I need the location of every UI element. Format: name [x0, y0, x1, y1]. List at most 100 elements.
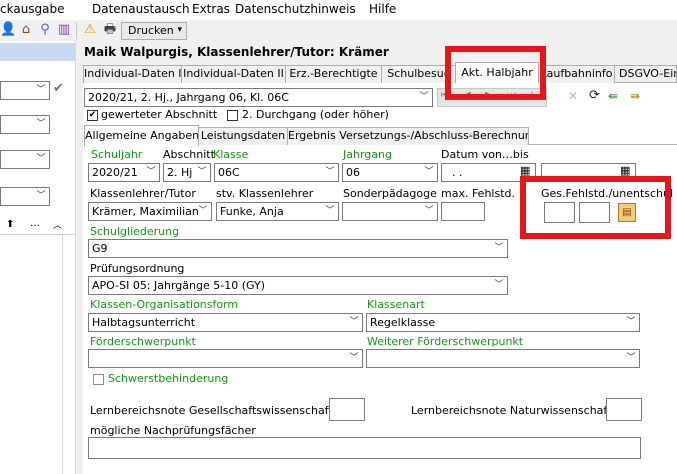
- schuljahr-combo[interactable]: 2020/21 ﹀: [88, 163, 160, 182]
- klassenart-label: Klassenart: [367, 298, 425, 311]
- chevron-down-icon: ▾: [177, 25, 182, 35]
- sonderpaedagoge-combo[interactable]: ﹀: [342, 202, 438, 221]
- copy-icon[interactable]: ⇚: [608, 89, 618, 103]
- tab-erz-berechtigte[interactable]: Erz.-Berechtigte: [285, 65, 382, 83]
- nachpruefung-label: mögliche Nachprüfungsfächer: [90, 424, 256, 437]
- lb-gesellschaft-label: Lernbereichsnote Gesellschaftswissenscha…: [90, 404, 333, 417]
- schulgliederung-combo[interactable]: G9 ﹀: [88, 239, 508, 258]
- weiterer-foerderschwerpunkt-label: Weiterer Förderschwerpunkt: [367, 335, 524, 348]
- jahrgang-combo[interactable]: 06 ﹀: [342, 163, 438, 182]
- printer-icon[interactable]: 🖶: [102, 22, 118, 38]
- chevron-down-icon: ﹀: [419, 92, 429, 102]
- durchgang-label: 2. Durchgang (oder höher): [242, 108, 389, 121]
- subtab-ergebnis[interactable]: Ergebnis Versetzungs-/Abschluss-Berechnu…: [287, 127, 529, 145]
- filter-combo-2[interactable]: ﹀: [0, 115, 50, 134]
- gewerteter-checkbox[interactable]: ✔: [87, 110, 98, 121]
- filter-combo-4[interactable]: ﹀: [0, 187, 50, 206]
- subtab-allgemeine-angaben[interactable]: Allgemeine Angaben: [84, 125, 199, 146]
- search-tools-icon[interactable]: ⚲: [37, 22, 53, 38]
- menu-extras[interactable]: Extras: [192, 2, 230, 16]
- export-icon[interactable]: ⇛: [630, 89, 640, 103]
- menu-hilfe[interactable]: Hilfe: [369, 2, 396, 16]
- chevron-down-icon: ﹀: [325, 167, 335, 177]
- orgform-value: Halbtagsunterricht: [92, 316, 196, 329]
- scrollbar-track[interactable]: [62, 234, 63, 474]
- foerderschwerpunkt-label: Förderschwerpunkt: [90, 335, 196, 348]
- sort-up-icon[interactable]: ⬆: [6, 219, 14, 230]
- print-button-label: Drucken: [128, 24, 174, 37]
- jahrgang-label: Jahrgang: [343, 148, 392, 161]
- tab-individual-daten-2[interactable]: Individual-Daten II: [181, 65, 286, 83]
- gewerteter-label: gewerteter Abschnitt: [101, 108, 218, 121]
- chevron-down-icon: ﹀: [146, 167, 156, 177]
- chart-icon[interactable]: ▥: [56, 22, 72, 38]
- pruefungsordnung-value: APO-SI 05: Jahrgänge 5-10 (GY): [92, 279, 265, 292]
- chevron-down-icon: ﹀: [36, 119, 46, 129]
- panel-header: [0, 43, 75, 61]
- durchgang-checkbox[interactable]: [227, 110, 238, 121]
- max-fehlstd-label: max. Fehlstd.: [441, 187, 516, 200]
- student-header: Maik Walpurgis, Klassenlehrer/Tutor: Krä…: [84, 45, 389, 59]
- period-select[interactable]: 2020/21, 2. Hj., Jahrgang 06, Kl. 06C ﹀: [84, 88, 433, 107]
- schulgliederung-value: G9: [92, 242, 108, 255]
- print-button[interactable]: Drucken ▾: [121, 22, 187, 40]
- chevron-down-icon: ﹀: [349, 353, 359, 363]
- chevron-down-icon: ﹀: [494, 243, 504, 253]
- klassenlehrer-combo[interactable]: Krämer, Maximilian ﹀: [88, 202, 212, 221]
- chevron-down-icon: ﹀: [36, 154, 46, 164]
- klassenlehrer-label: Klassenlehrer/Tutor: [90, 187, 196, 200]
- jahrgang-value: 06: [346, 166, 360, 179]
- schwerstbehinderung-checkbox[interactable]: [93, 374, 104, 385]
- datum-label: Datum von…bis: [441, 148, 529, 161]
- chevron-down-icon: ﹀: [626, 353, 636, 363]
- foerderschwerpunkt-combo[interactable]: ﹀: [88, 349, 363, 368]
- nachpruefung-field[interactable]: [88, 437, 641, 459]
- schulgliederung-label: Schulgliederung: [90, 225, 180, 238]
- chevron-down-icon: ﹀: [197, 167, 207, 177]
- tab-laufbahninfo[interactable]: Laufbahninfo: [538, 65, 615, 83]
- chevron-down-icon: ﹀: [36, 85, 46, 95]
- highlight-ges-fehlstd: [520, 176, 671, 239]
- klasse-combo[interactable]: 06C ﹀: [214, 163, 339, 182]
- tab-individual-daten-1[interactable]: Individual-Daten I: [83, 65, 182, 83]
- person-icon[interactable]: 👤: [0, 22, 16, 38]
- abschnitt-combo[interactable]: 2. Hj ﹀: [163, 163, 211, 182]
- stv-klassenlehrer-label: stv. Klassenlehrer: [216, 187, 314, 200]
- chevron-down-icon: ﹀: [349, 317, 359, 327]
- filter-combo-1[interactable]: ﹀: [0, 81, 50, 100]
- tab-dsgvo[interactable]: DSGVO-Ein: [614, 65, 677, 82]
- orgform-label: Klassen-Organisationsform: [90, 298, 239, 311]
- warning-icon[interactable]: ⚠: [82, 22, 98, 38]
- datum-von-value: . .: [452, 166, 463, 179]
- klassenart-combo[interactable]: Regelklasse ﹀: [366, 313, 640, 332]
- max-fehlstd-field[interactable]: [441, 202, 485, 221]
- apply-check-icon[interactable]: ✔: [53, 81, 64, 96]
- delete-icon[interactable]: ✕: [568, 89, 578, 103]
- menu-druckausgabe[interactable]: ckausgabe: [0, 2, 65, 16]
- refresh-icon[interactable]: ⟳: [589, 88, 600, 103]
- lb-natur-field[interactable]: [606, 398, 642, 421]
- orgform-combo[interactable]: Halbtagsunterricht ﹀: [88, 313, 363, 332]
- lb-gesellschaft-field[interactable]: [329, 398, 365, 421]
- klassenlehrer-value: Krämer, Maximilian: [92, 205, 199, 218]
- weiterer-foerderschwerpunkt-combo[interactable]: ﹀: [366, 349, 640, 368]
- menu-datenaustausch[interactable]: Datenaustausch: [92, 2, 190, 16]
- highlight-akt-halbjahr: [445, 46, 546, 100]
- abschnitt-value: 2. Hj: [167, 166, 193, 179]
- toolbar-separator: [76, 22, 77, 39]
- scroll-up-icon[interactable]: ︿: [53, 218, 62, 231]
- pruefungsordnung-combo[interactable]: APO-SI 05: Jahrgänge 5-10 (GY) ﹀: [88, 276, 508, 295]
- stv-klassenlehrer-combo[interactable]: Funke, Anja ﹀: [216, 202, 339, 221]
- chevron-down-icon: ﹀: [198, 206, 208, 216]
- chevron-down-icon: ﹀: [626, 317, 636, 327]
- chevron-down-icon: ﹀: [325, 206, 335, 216]
- pruefungsordnung-label: Prüfungsordnung: [90, 262, 185, 275]
- filter-combo-3[interactable]: ﹀: [0, 150, 50, 169]
- more-icon[interactable]: …: [30, 218, 40, 229]
- school-icon[interactable]: ⌂: [18, 22, 34, 38]
- period-select-value: 2020/21, 2. Hj., Jahrgang 06, Kl. 06C: [88, 91, 289, 104]
- chevron-down-icon: ﹀: [424, 167, 434, 177]
- schuljahr-value: 2020/21: [92, 166, 138, 179]
- menu-datenschutzhinweis[interactable]: Datenschutzhinweis: [235, 2, 356, 16]
- subtab-leistungsdaten[interactable]: Leistungsdaten: [198, 127, 288, 145]
